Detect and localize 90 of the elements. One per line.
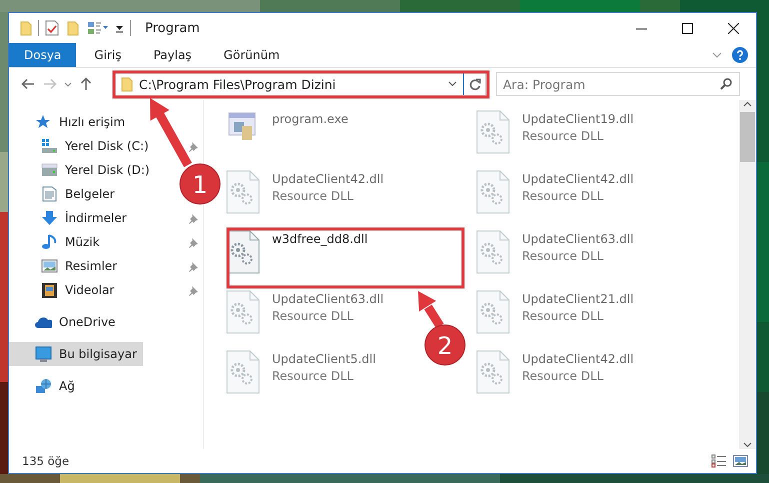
file-name: UpdateClient63.dll [272, 292, 384, 306]
file-type: Resource DLL [272, 309, 354, 323]
up-arrow-icon [80, 77, 92, 91]
dll-file-icon [226, 170, 260, 214]
maximize-icon [682, 22, 692, 34]
file-item[interactable]: UpdateClient5.dll Resource DLL [226, 346, 376, 394]
dropdown-icon[interactable] [115, 23, 124, 33]
file-item[interactable]: UpdateClient19.dll Resource DLL [476, 106, 634, 154]
file-item[interactable]: UpdateClient63.dll Resource DLL [226, 286, 384, 334]
scroll-down-icon[interactable] [743, 441, 752, 449]
arrow [418, 291, 444, 328]
computer-icon [35, 346, 52, 362]
refresh-icon [468, 78, 480, 90]
sidebar-item[interactable]: Resimler [9, 254, 124, 278]
star-icon [35, 114, 52, 130]
file-type: Resource DLL [272, 189, 354, 203]
ribbon-tab[interactable]: Giriş [80, 43, 136, 67]
file-name: UpdateClient21.dll [522, 292, 634, 306]
music-icon [41, 234, 58, 250]
documents-icon [41, 186, 58, 202]
file-type: Resource DLL [522, 189, 604, 203]
window-title: Program [145, 20, 200, 36]
file-name: UpdateClient42.dll [272, 172, 384, 186]
step-badge: 1 [180, 164, 220, 204]
sidebar-item[interactable]: Yerel Disk (D:) [9, 158, 156, 182]
chevron-down-icon[interactable] [448, 81, 457, 87]
system-drive-icon [41, 138, 58, 154]
file-item[interactable]: UpdateClient21.dll Resource DLL [476, 286, 634, 334]
ribbon-tab[interactable]: Paylaş [139, 43, 206, 67]
step-badge: 2 [424, 324, 466, 366]
file-item[interactable]: UpdateClient42.dll Resource DLL [476, 346, 634, 394]
search-field[interactable]: Ara: Program [496, 72, 740, 96]
thumbnails-view-icon[interactable] [733, 455, 748, 467]
close-icon [728, 22, 738, 34]
file-type: Resource DLL [272, 369, 354, 383]
scroll-up-icon[interactable] [743, 100, 752, 108]
search-icon[interactable] [720, 78, 732, 90]
file-item[interactable]: UpdateClient63.dll Resource DLL [476, 226, 634, 274]
file-name: UpdateClient63.dll [522, 232, 634, 246]
dll-file-icon [476, 230, 510, 274]
sidebar-item[interactable]: Yerel Disk (C:) [9, 134, 155, 158]
sidebar-item[interactable]: Ağ [9, 374, 81, 398]
forward-arrow-icon [43, 78, 57, 90]
file-name: program.exe [272, 112, 348, 126]
folder-icon [121, 76, 133, 92]
ribbon-tab[interactable]: Görünüm [210, 43, 294, 67]
dll-file-icon [226, 350, 260, 394]
network-icon [35, 378, 52, 394]
dll-file-icon [476, 110, 510, 154]
scrollbar-thumb[interactable] [740, 112, 755, 162]
file-item[interactable]: UpdateClient42.dll Resource DLL [476, 166, 634, 214]
sidebar-item[interactable]: Belgeler [9, 182, 121, 206]
properties-icon[interactable] [45, 20, 59, 36]
sidebar-item[interactable]: Hızlı erişim [9, 110, 132, 134]
sidebar-item[interactable]: Bu bilgisayar [9, 342, 143, 366]
file-item[interactable]: UpdateClient42.dll Resource DLL [226, 166, 384, 214]
sidebar-item[interactable]: OneDrive [9, 310, 122, 334]
file-type: Resource DLL [522, 129, 604, 143]
sidebar-item[interactable]: İndirmeler [9, 206, 133, 230]
file-type: Resource DLL [522, 249, 604, 263]
address-bar[interactable]: C:\Program Files\Program Dizini [114, 72, 486, 96]
item-count: 135 öğe [22, 454, 70, 468]
dll-file-icon [476, 350, 510, 394]
file-name: UpdateClient42.dll [522, 172, 634, 186]
arrow [150, 98, 192, 168]
back-arrow-icon [21, 78, 35, 90]
address-field[interactable]: C:\Program Files\Program Dizini [139, 75, 442, 93]
chevron-down-icon [64, 82, 72, 86]
dll-file-icon [226, 290, 260, 334]
details-view-icon[interactable] [711, 454, 727, 468]
file-item[interactable]: w3dfree_dd8.dll [226, 226, 368, 274]
view-options-icon[interactable] [87, 21, 109, 35]
videos-icon [41, 282, 58, 298]
file-item[interactable]: program.exe [226, 106, 348, 144]
dll-file-icon [476, 290, 510, 334]
file-name: w3dfree_dd8.dll [272, 232, 368, 246]
sidebar-item[interactable]: Videolar [9, 278, 120, 302]
file-type: Resource DLL [522, 309, 604, 323]
drive-icon [41, 162, 58, 178]
ribbon-tab[interactable]: Dosya [9, 43, 76, 67]
help-icon[interactable] [732, 47, 748, 63]
dll-file-icon [476, 170, 510, 214]
file-name: UpdateClient5.dll [272, 352, 376, 366]
sidebar-item[interactable]: Müzik [9, 230, 106, 254]
scrollbar[interactable] [739, 100, 756, 449]
pictures-icon [41, 258, 58, 274]
file-type: Resource DLL [522, 369, 604, 383]
file-name: UpdateClient42.dll [522, 352, 634, 366]
file-name: UpdateClient19.dll [522, 112, 634, 126]
downloads-icon [41, 210, 58, 226]
